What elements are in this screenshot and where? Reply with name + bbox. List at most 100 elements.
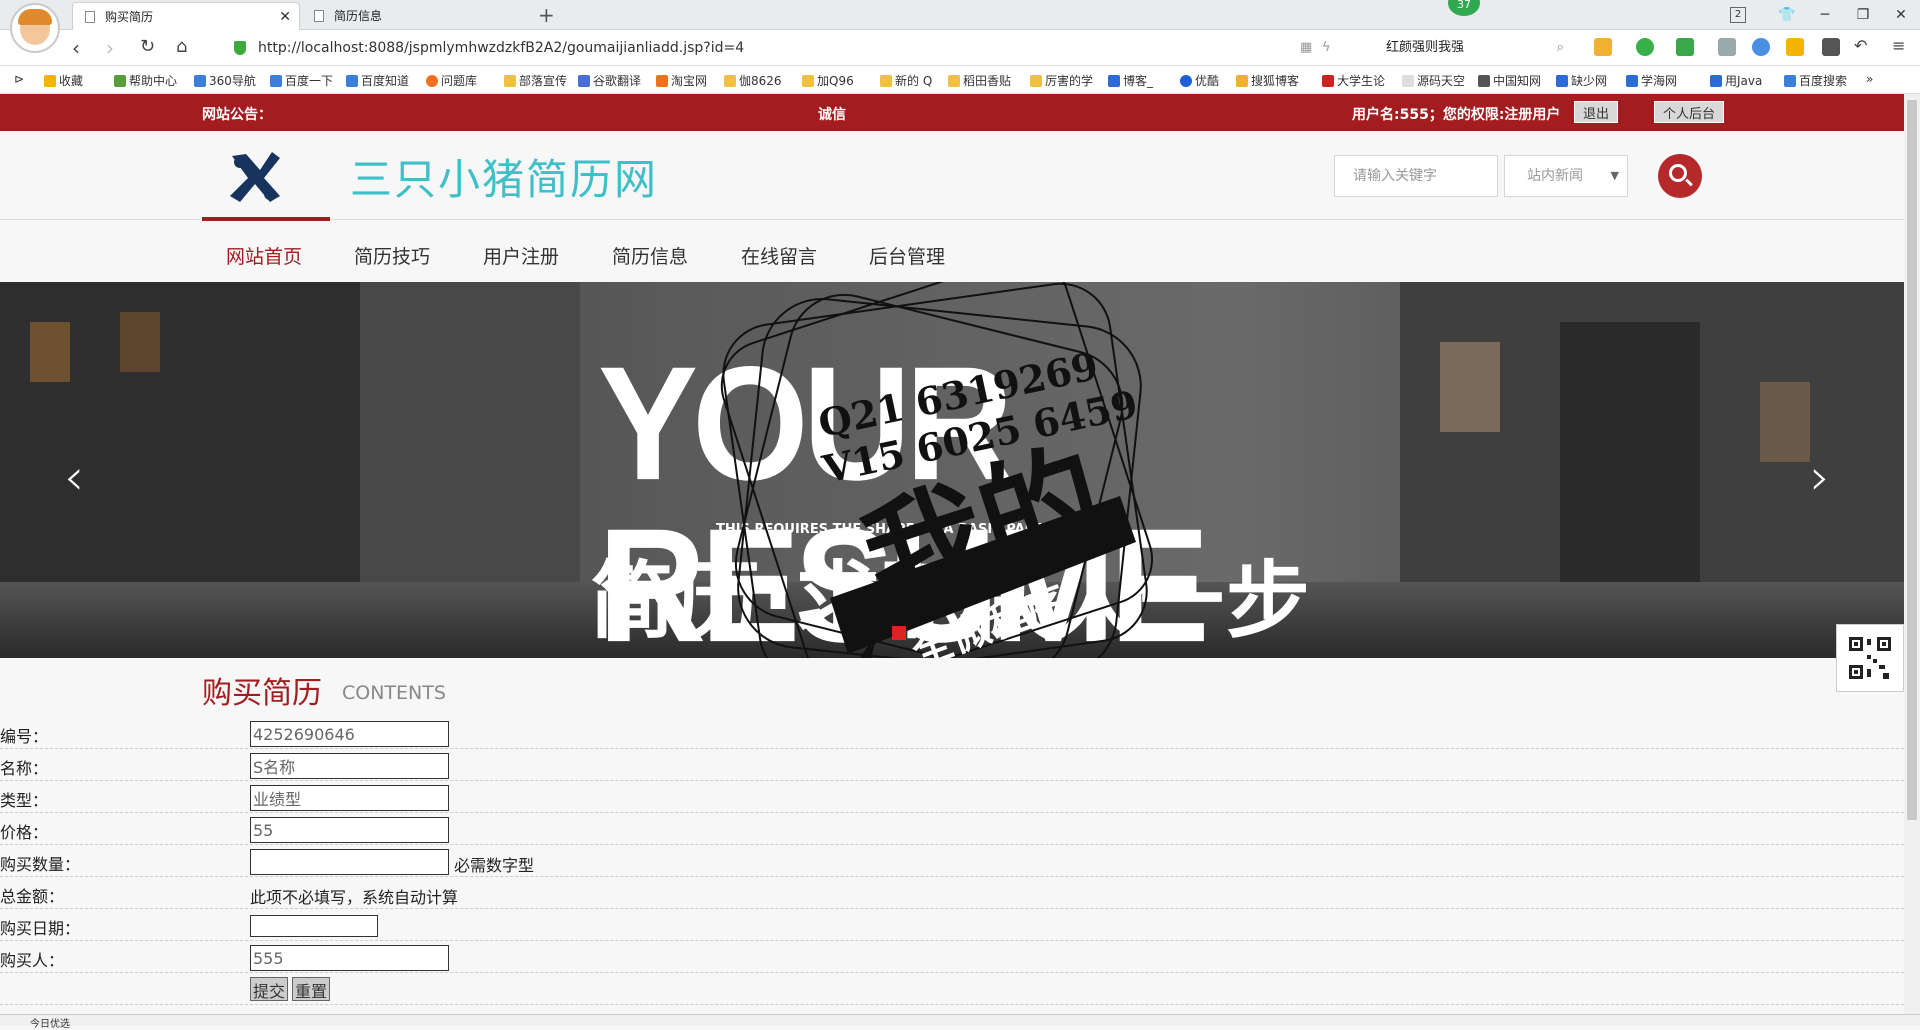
price-field[interactable] [250, 817, 449, 843]
restore-icon[interactable]: ❐ [1844, 0, 1882, 30]
browser-tab[interactable]: 简历信息 [302, 2, 530, 30]
bookmark-item[interactable]: 用Java [1710, 72, 1762, 89]
back-icon[interactable]: ‹ [72, 36, 80, 60]
bookmark-item[interactable]: 厉害的学 [1030, 72, 1093, 89]
scissors-icon[interactable] [1676, 38, 1694, 56]
secure-shield-icon [234, 41, 246, 55]
shirt-icon[interactable]: 👕 [1768, 0, 1806, 30]
tab-label: 简历信息 [334, 9, 383, 23]
name-field[interactable] [250, 753, 449, 779]
form-row-name: 名称： [0, 749, 1904, 781]
search-icon[interactable]: ⌕ [1557, 35, 1564, 61]
bookmark-item[interactable]: 新的 Q [880, 72, 932, 89]
quantity-field[interactable] [250, 849, 449, 875]
qr-code-icon[interactable] [1836, 624, 1904, 692]
forward-icon[interactable]: › [106, 36, 114, 60]
notice-label: 网站公告： [202, 107, 272, 123]
nav-messages[interactable]: 在线留言 [741, 242, 817, 269]
bookmark-item[interactable]: 加Q96 [802, 72, 854, 89]
bookmark-item[interactable]: 伽8626 [724, 72, 782, 89]
page-icon [314, 10, 324, 22]
url-field[interactable]: http://localhost:8088/jspmlymhwzdzkfB2A2… [228, 35, 1328, 61]
submit-button[interactable]: 提交 [250, 977, 289, 1001]
nav-register[interactable]: 用户注册 [483, 242, 559, 269]
bookmark-item[interactable]: 百度一下 [270, 72, 333, 89]
bookmark-item[interactable]: 部落宣传 [504, 72, 567, 89]
site-title[interactable]: 三只小猪简历网 [350, 146, 658, 207]
total-note: 此项不必填写，系统自动计算 [250, 888, 459, 907]
type-field[interactable] [250, 785, 449, 811]
purchase-date-field[interactable] [250, 915, 378, 937]
undo-icon[interactable]: ↶ [1854, 36, 1867, 55]
bookmark-item[interactable]: 百度知道 [346, 72, 409, 89]
site-search-button[interactable] [1658, 154, 1702, 198]
new-tab-button[interactable]: + [538, 2, 555, 28]
bookmark-item[interactable]: 稻田香贴 [948, 72, 1011, 89]
personal-admin-button[interactable]: 个人后台 [1654, 101, 1725, 123]
bookmark-item[interactable]: 博客_ [1108, 72, 1153, 89]
extension-icon[interactable] [1594, 38, 1612, 56]
close-window-icon[interactable]: ✕ [1882, 0, 1920, 30]
bookmark-item[interactable]: 源码天空 [1402, 72, 1465, 89]
id-field[interactable] [250, 721, 449, 747]
site-logo-icon[interactable] [226, 148, 284, 206]
bookmark-item[interactable]: 问题库 [426, 72, 477, 89]
bookmark-item[interactable]: 360导航 [194, 72, 256, 89]
bookmark-item[interactable]: 中国知网 [1478, 72, 1541, 89]
user-avatar[interactable] [10, 3, 60, 53]
nav-admin[interactable]: 后台管理 [869, 242, 945, 269]
bookmark-item[interactable]: 收藏 [44, 72, 83, 89]
hero-banner[interactable]: YOUR RESUME THIS REQUIRES THE SHAPE OF A… [0, 282, 1904, 658]
quantity-hint: 必需数字型 [454, 856, 535, 875]
lightning-icon[interactable]: ϟ [1322, 40, 1331, 55]
image-icon[interactable] [1718, 38, 1736, 56]
bookmark-item[interactable]: 优酷 [1180, 72, 1219, 89]
home-icon[interactable]: ⌂ [176, 36, 187, 57]
status-left-text: 今日优选 [30, 1019, 70, 1030]
form-row-buyer: 购买人： [0, 941, 1904, 973]
scrollbar-thumb[interactable] [1907, 100, 1917, 820]
extension-icon[interactable] [1636, 38, 1654, 56]
sidebar-toggle-icon[interactable]: ⊳ [14, 72, 24, 86]
nav-resume-tips[interactable]: 简历技巧 [354, 242, 430, 269]
page-scrollbar[interactable] [1904, 94, 1920, 1014]
reset-button[interactable]: 重置 [292, 977, 331, 1001]
qr-code-icon[interactable]: ▦ [1300, 40, 1312, 55]
bookmark-item[interactable]: 大学生论 [1322, 72, 1385, 89]
form-row-actions: 提交 重置 [0, 973, 1904, 1005]
browser-search-input[interactable]: 红颜强则我强 ⌕ [1380, 35, 1570, 61]
buyer-field[interactable] [250, 945, 449, 971]
tab-count-badge[interactable]: 2 [1730, 7, 1746, 23]
minimize-icon[interactable]: ─ [1806, 0, 1844, 30]
form-row-total: 总金额： 此项不必填写，系统自动计算 [0, 877, 1904, 909]
form-row-id: 编号： [0, 717, 1904, 749]
bookmark-item[interactable]: 百度搜索 [1784, 72, 1847, 89]
status-bar: 今日优选 [0, 1014, 1920, 1030]
reload-icon[interactable]: ↻ [140, 36, 155, 57]
keyword-search-input[interactable]: 请输入关键字 [1334, 155, 1498, 197]
bookmark-item[interactable]: 谷歌翻译 [578, 72, 641, 89]
close-tab-icon[interactable]: ✕ [279, 3, 291, 31]
more-bookmarks-icon[interactable]: » [1866, 72, 1873, 86]
carousel-next-arrow[interactable]: › [1810, 452, 1830, 502]
watermark-stamp: ★ Q21 6319269 V15 6025 6459 我的 全微程序 [720, 282, 1200, 658]
form-row-type: 类型： [0, 781, 1904, 813]
magnifier-icon[interactable] [1752, 38, 1770, 56]
notification-badge[interactable]: 37 [1448, 0, 1480, 16]
carousel-prev-arrow[interactable]: ‹ [64, 452, 84, 502]
menu-icon[interactable]: ≡ [1892, 36, 1905, 55]
nav-home[interactable]: 网站首页 [226, 242, 302, 269]
search-scope-select[interactable]: 站内新闻 ▼ [1504, 155, 1628, 197]
form-row-date: 购买日期： [0, 909, 1904, 941]
tablet-icon[interactable] [1822, 38, 1840, 56]
bookmark-item[interactable]: 淘宝网 [656, 72, 707, 89]
browser-tab-active[interactable]: 购买简历 ✕ [72, 2, 300, 30]
bookmark-item[interactable]: 学海网 [1626, 72, 1677, 89]
bookmark-item[interactable]: 搜狐博客 [1236, 72, 1299, 89]
bookmark-item[interactable]: 帮助中心 [114, 72, 177, 89]
bookmarks-bar: ⊳ 收藏 帮助中心 360导航 百度一下 百度知道 问题库 部落宣传 谷歌翻译 … [0, 66, 1920, 94]
nav-resume-info[interactable]: 简历信息 [612, 242, 688, 269]
apps-icon[interactable] [1786, 38, 1804, 56]
bookmark-item[interactable]: 缺少网 [1556, 72, 1607, 89]
logout-button[interactable]: 退出 [1574, 101, 1619, 123]
